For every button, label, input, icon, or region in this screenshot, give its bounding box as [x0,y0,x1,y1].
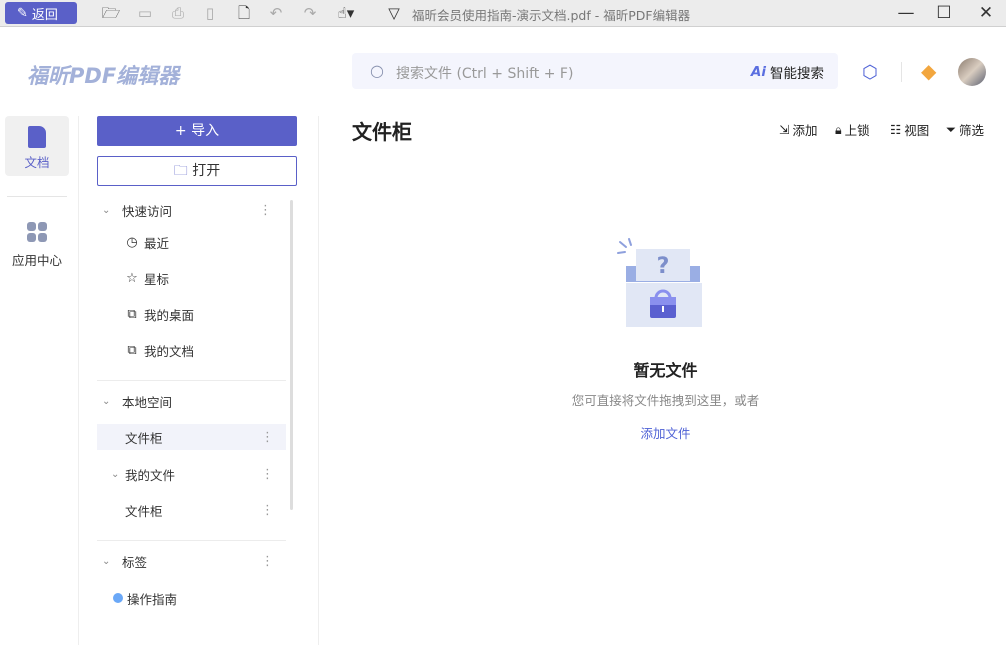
filter-button[interactable]: ⏷ 筛选 [946,120,984,139]
maximize-icon[interactable]: ☐ [934,3,954,23]
app-logo: 福昕PDF编辑器 [27,64,180,88]
save-icon[interactable]: ▭ [135,4,155,22]
add-button[interactable]: ⇲ 添加 [779,120,818,139]
hand-tool-icon[interactable]: ☝▾ [334,4,358,22]
back-button[interactable]: ✎ 返回 [5,2,77,24]
minimize-icon[interactable]: — [896,3,916,23]
divider [7,196,67,197]
add-file-link-text[interactable]: 添加文件 [640,426,690,441]
add-file-link[interactable]: 添加文件 [0,423,1006,442]
open-button[interactable]: 🗀 打开 [97,156,297,186]
list-view-icon: ☷ [890,122,902,137]
lock-icon: 🔒︎ [835,121,842,137]
divider [97,540,286,541]
document-title: 福昕会员使用指南-演示文档.pdf - 福昕PDF编辑器 [412,8,691,23]
close-icon[interactable]: ✕ [976,3,996,23]
shortcut-folder-icon: ⧉ [127,306,137,322]
redo-icon[interactable]: ↷ [300,4,320,22]
empty-state-title: 暂无文件 [633,361,698,380]
chevron-down-icon: ⌄ [102,204,111,216]
divider [901,62,902,82]
open-folder-icon[interactable]: 🗁 [101,4,121,22]
filter-icon: ⏷ [946,121,957,137]
ai-icon: Ai [750,64,766,80]
svg-text:?: ? [657,254,670,279]
chevron-down-icon: ⌄ [102,555,111,567]
more-icon[interactable]: ⋮ [261,503,274,518]
undo-icon[interactable]: ↶ [266,4,286,22]
tag-item[interactable]: 操作指南 [97,585,286,611]
import-button[interactable]: + 导入 [97,116,297,146]
feather-icon: ✎ [17,5,28,21]
avatar[interactable] [958,58,986,86]
empty-state-subtitle: 您可直接将文件拖拽到这里，或者 [571,393,760,408]
apps-grid-icon [27,222,47,242]
local-item-cabinet-2[interactable]: 文件柜 ⋮ [97,497,286,523]
clock-icon: ◷ [126,234,138,250]
more-icon[interactable]: ⋮ [261,467,274,482]
dropdown-icon[interactable]: ▽ [384,4,404,22]
scrollbar[interactable] [290,200,293,510]
new-file-icon[interactable]: 🗋 [234,4,254,22]
quick-item-desktop[interactable]: ⧉ 我的桌面 [97,301,286,327]
more-icon[interactable]: ⋮ [261,554,274,569]
search-placeholder: 搜索文件 (Ctrl + Shift + F) [396,66,574,82]
shortcut-folder-icon: ⧉ [127,342,137,358]
rail-item-app-center[interactable]: 应用中心 [5,222,69,269]
search-icon: ○ [370,61,384,80]
export-icon[interactable]: ▯ [200,4,220,22]
chevron-down-icon: ⌄ [111,468,120,480]
section-tags[interactable]: ⌄ 标签 ⋮ [97,548,286,574]
document-icon [28,126,46,148]
star-icon: ☆ [126,270,138,286]
folder-icon: 🗀 [173,163,193,179]
empty-cabinet-illustration: ? [617,238,702,327]
add-file-icon: ⇲ [779,122,790,137]
print-icon[interactable]: ⎙ [168,4,188,22]
local-item-my-files[interactable]: ⌄ 我的文件 ⋮ [97,461,286,487]
page-title: 文件柜 [352,120,412,144]
rail-item-documents[interactable]: 文档 [5,116,69,176]
section-quick-access[interactable]: ⌄ 快速访问 ⋮ [97,197,286,223]
search-input[interactable]: ○ 搜索文件 (Ctrl + Shift + F) Ai 智能搜索 [352,53,838,89]
ai-search-button[interactable]: Ai 智能搜索 [751,62,824,82]
vip-diamond-icon[interactable]: ◆ [921,61,943,81]
title-bar: ✎ 返回 🗁 ▭ ⎙ ▯ 🗋 ↶ ↷ ☝▾ ▽ 福昕会员使用指南-演示文档.pdf… [0,0,1006,27]
quick-item-recent[interactable]: ◷ 最近 [97,229,286,255]
more-icon[interactable]: ⋮ [259,203,272,218]
tag-color-dot [113,593,123,603]
lock-button[interactable]: 🔒︎ 上锁 [835,120,870,139]
settings-icon[interactable]: ⬡ [862,62,878,83]
quick-item-starred[interactable]: ☆ 星标 [97,265,286,291]
view-button[interactable]: ☷ 视图 [890,120,929,139]
